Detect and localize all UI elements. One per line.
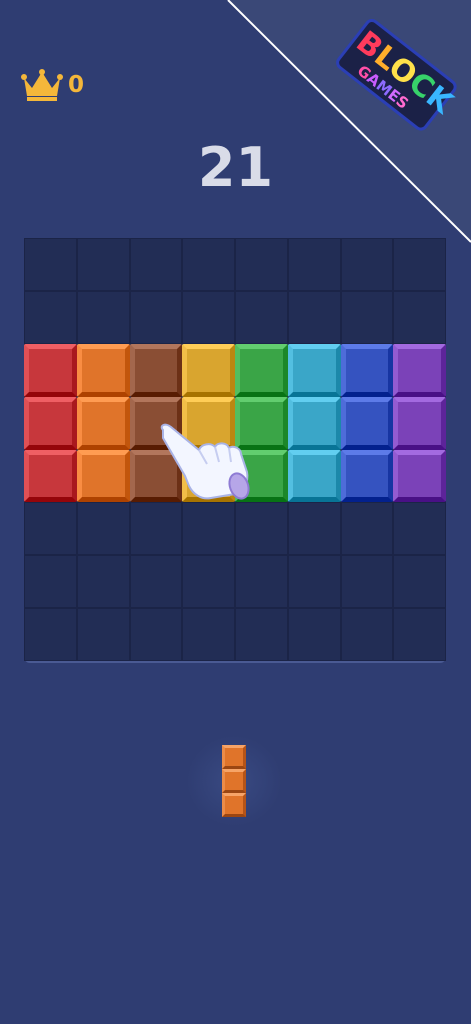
board-cell-empty[interactable] <box>24 502 77 556</box>
board-cell-empty[interactable] <box>393 290 446 344</box>
board-cell-empty[interactable] <box>340 290 394 344</box>
board-cell-empty[interactable] <box>182 502 235 556</box>
current-score: 21 <box>197 136 274 199</box>
board-cell-empty[interactable] <box>287 608 341 661</box>
board-cell-empty[interactable] <box>24 608 77 661</box>
board-block-blue <box>340 449 394 503</box>
board-block-blue <box>340 343 394 397</box>
board-block-purple <box>393 449 446 503</box>
board-block-red <box>24 449 77 503</box>
next-piece-block[interactable] <box>222 793 246 817</box>
board-cell-empty[interactable] <box>235 608 288 661</box>
board-cell-empty[interactable] <box>287 238 341 291</box>
board-cell-empty[interactable] <box>393 502 446 556</box>
crown-icon <box>21 69 63 101</box>
best-score-display: 0 <box>20 68 84 102</box>
board-block-orange <box>76 396 130 450</box>
board-block-brown <box>129 343 183 397</box>
board-cell-empty[interactable] <box>129 290 183 344</box>
board-block-blue <box>340 396 394 450</box>
board-cell-empty[interactable] <box>24 238 77 291</box>
board-block-cyan <box>287 396 341 450</box>
board-cell-empty[interactable] <box>287 555 341 609</box>
board-cell-empty[interactable] <box>76 238 130 291</box>
board-block-purple <box>393 396 446 450</box>
board-block-orange <box>76 449 130 503</box>
board-cell-empty[interactable] <box>182 290 235 344</box>
board-cell-empty[interactable] <box>182 555 235 609</box>
board-cell-empty[interactable] <box>393 608 446 661</box>
best-score-value: 0 <box>68 72 85 98</box>
board-block-red <box>24 396 77 450</box>
block-games-logo: BLOCK GAMES <box>336 18 460 131</box>
board-block-red <box>24 343 77 397</box>
next-piece-tray[interactable] <box>186 735 282 827</box>
board-cell-empty[interactable] <box>24 555 77 609</box>
board-cell-empty[interactable] <box>76 608 130 661</box>
board-block-purple <box>393 343 446 397</box>
board-cell-empty[interactable] <box>182 608 235 661</box>
board-cell-empty[interactable] <box>393 555 446 609</box>
board-cell-empty[interactable] <box>129 555 183 609</box>
board-cell-empty[interactable] <box>235 555 288 609</box>
board-cell-empty[interactable] <box>235 290 288 344</box>
board-block-cyan <box>287 449 341 503</box>
board-cell-empty[interactable] <box>235 502 288 556</box>
board-cell-empty[interactable] <box>129 608 183 661</box>
board-cell-empty[interactable] <box>340 502 394 556</box>
board-cell-empty[interactable] <box>76 555 130 609</box>
board-cell-empty[interactable] <box>340 238 394 291</box>
board-cell-empty[interactable] <box>235 238 288 291</box>
board-block-green <box>235 343 288 397</box>
board-cell-empty[interactable] <box>24 290 77 344</box>
board-cell-empty[interactable] <box>76 502 130 556</box>
board-cell-empty[interactable] <box>393 238 446 291</box>
board-cell-empty[interactable] <box>287 290 341 344</box>
board-block-cyan <box>287 343 341 397</box>
board-block-orange <box>76 343 130 397</box>
board-cell-empty[interactable] <box>76 290 130 344</box>
next-piece-block[interactable] <box>222 745 246 769</box>
board-cell-empty[interactable] <box>287 502 341 556</box>
board-cell-empty[interactable] <box>340 608 394 661</box>
board-cell-empty[interactable] <box>182 238 235 291</box>
pointing-hand-icon <box>160 423 250 500</box>
next-piece-block[interactable] <box>222 769 246 793</box>
board-cell-empty[interactable] <box>129 238 183 291</box>
board-cell-empty[interactable] <box>129 502 183 556</box>
board-cell-empty[interactable] <box>340 555 394 609</box>
board-block-yellow <box>182 343 235 397</box>
